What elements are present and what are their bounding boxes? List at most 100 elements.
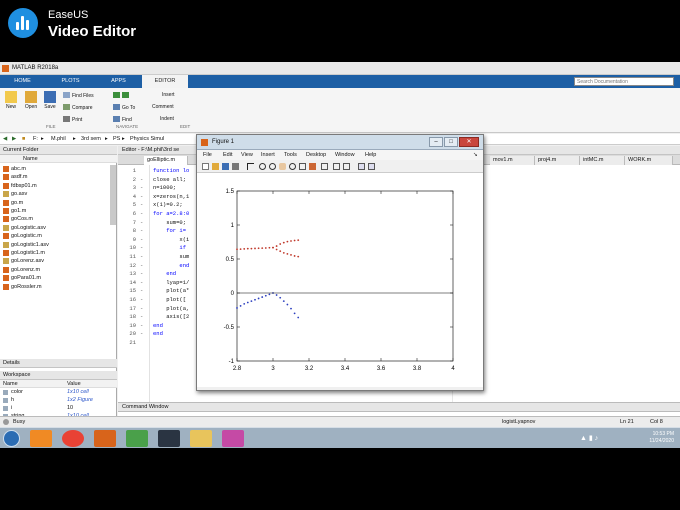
minimize-button[interactable]: – xyxy=(429,137,443,147)
menu-dock-arrow-icon[interactable]: ↘ xyxy=(473,150,478,160)
breadcrumb-3rdsem[interactable]: 3rd sem xyxy=(81,136,101,142)
file-list-item[interactable]: fdbsp01.m xyxy=(11,182,37,190)
folder-scrollbar[interactable] xyxy=(110,165,116,225)
figure-chart[interactable]: 2.8 3 3.2 3.4 3.6 3.8 4 -1 -0.5 0 0.5 1 1.5 xyxy=(197,173,483,387)
code-line[interactable]: close all; xyxy=(153,176,186,185)
editor-tab[interactable]: proj4.m xyxy=(535,156,580,165)
close-button[interactable]: ✕ xyxy=(459,137,479,147)
save-figure-icon[interactable] xyxy=(222,163,229,170)
figure-window[interactable]: Figure 1 – □ ✕ File Edit View Insert Too… xyxy=(196,134,484,391)
comment-button[interactable]: Comment xyxy=(152,104,174,110)
go-to-button[interactable]: Go To xyxy=(113,104,135,111)
hide-plot-tools-icon[interactable] xyxy=(358,163,365,170)
matlab-taskbar-icon[interactable] xyxy=(94,430,116,447)
editor-tab[interactable]: WORK.m xyxy=(625,156,673,165)
editor-tab[interactable]: goElliptic.m xyxy=(144,156,188,165)
app-taskbar-icon[interactable] xyxy=(126,430,148,447)
save-button[interactable]: Save xyxy=(42,91,58,110)
find-button[interactable]: Find xyxy=(113,116,132,123)
breakpoint-marker[interactable]: - xyxy=(140,322,143,331)
plot-area[interactable]: 2.8 3 3.2 3.4 3.6 3.8 4 -1 -0.5 0 0.5 1 1.5 xyxy=(197,173,483,387)
file-list-item[interactable]: goRossler.m xyxy=(11,283,42,291)
menu-insert[interactable]: Insert xyxy=(261,150,275,160)
vlc-icon[interactable] xyxy=(30,430,52,447)
code-line[interactable]: x=zeros(n,1 xyxy=(153,193,189,202)
system-clock[interactable]: 10:53 PM 11/24/2020 xyxy=(649,431,674,445)
current-folder-header[interactable]: Current Folder xyxy=(0,146,117,155)
tab-editor[interactable]: EDITOR xyxy=(142,75,188,88)
zoom-in-icon[interactable] xyxy=(259,163,266,170)
pointer-icon[interactable] xyxy=(247,163,254,170)
breakpoint-marker[interactable]: - xyxy=(140,313,143,322)
file-explorer-icon[interactable] xyxy=(190,430,212,447)
breadcrumb-drive[interactable]: F: xyxy=(33,136,38,142)
menu-desktop[interactable]: Desktop xyxy=(306,150,326,160)
breakpoint-marker[interactable]: - xyxy=(140,305,143,314)
data-cursor-icon[interactable] xyxy=(299,163,306,170)
tab-home[interactable]: HOME xyxy=(0,75,45,88)
breakpoint-marker[interactable]: - xyxy=(140,219,143,228)
code-line[interactable]: end xyxy=(153,262,189,271)
print-figure-icon[interactable] xyxy=(232,163,239,170)
insert-button[interactable]: Insert xyxy=(162,92,175,98)
code-line[interactable]: plot(a, xyxy=(153,305,189,314)
find-files-button[interactable]: Find Files xyxy=(63,92,94,99)
file-list-item[interactable]: goLogistic.asv xyxy=(11,224,46,232)
paint-icon[interactable] xyxy=(222,430,244,447)
file-list-item[interactable]: goLorenz.asv xyxy=(11,257,44,265)
pan-hand-icon[interactable] xyxy=(279,163,286,170)
open-file-icon[interactable] xyxy=(212,163,219,170)
breakpoint-marker[interactable]: - xyxy=(140,262,143,271)
screen-recorder-icon[interactable] xyxy=(158,430,180,447)
file-list-item[interactable]: go.m xyxy=(11,199,23,207)
editor-tab[interactable]: mov1.m xyxy=(490,156,535,165)
menu-file[interactable]: File xyxy=(203,150,212,160)
code-line[interactable]: plot([ xyxy=(153,296,186,305)
code-line[interactable]: sum xyxy=(153,253,189,262)
brush-icon[interactable] xyxy=(309,163,316,170)
breakpoint-marker[interactable]: - xyxy=(140,210,143,219)
file-list-item[interactable]: goCos.m xyxy=(11,215,33,223)
menu-window[interactable]: Window xyxy=(335,150,355,160)
code-line[interactable]: x(i xyxy=(153,236,189,245)
breadcrumb-mphil[interactable]: M.phil xyxy=(51,136,66,142)
code-line[interactable]: end xyxy=(153,330,163,339)
breakpoint-marker[interactable]: - xyxy=(140,176,143,185)
breakpoint-marker[interactable]: - xyxy=(140,330,143,339)
file-list-item[interactable]: go.asv xyxy=(11,190,27,198)
back-icon[interactable]: ◀ xyxy=(3,136,7,142)
breakpoint-marker[interactable]: - xyxy=(140,193,143,202)
code-line[interactable]: for i= xyxy=(153,227,186,236)
code-line[interactable]: plot(a* xyxy=(153,287,189,296)
zoom-out-icon[interactable] xyxy=(269,163,276,170)
maximize-button[interactable]: □ xyxy=(444,137,458,147)
figure-title-bar[interactable]: Figure 1 – □ ✕ xyxy=(197,135,483,150)
breakpoint-marker[interactable]: - xyxy=(140,184,143,193)
file-list-item[interactable]: asdf.m xyxy=(11,173,28,181)
rotate-3d-icon[interactable] xyxy=(289,163,296,170)
menu-edit[interactable]: Edit xyxy=(223,150,232,160)
breakpoint-marker[interactable]: - xyxy=(140,279,143,288)
workspace-col-name[interactable]: Name xyxy=(3,381,18,387)
code-line[interactable]: axis([2 xyxy=(153,313,189,322)
file-list-item[interactable]: goLogistic.m xyxy=(11,232,42,240)
code-line[interactable]: end xyxy=(153,322,163,331)
insert-legend-icon[interactable] xyxy=(343,163,350,170)
nav-arrows[interactable] xyxy=(113,92,131,99)
chrome-icon[interactable] xyxy=(62,430,84,447)
code-line[interactable]: sum=0; xyxy=(153,219,186,228)
breadcrumb-physics[interactable]: Physics Simul xyxy=(130,136,164,142)
breakpoint-marker[interactable]: - xyxy=(140,253,143,262)
code-line[interactable]: function lo xyxy=(153,167,189,176)
show-plot-tools-icon[interactable] xyxy=(368,163,375,170)
menu-help[interactable]: Help xyxy=(365,150,376,160)
search-documentation-input[interactable]: Search Documentation xyxy=(574,77,674,86)
breakpoint-marker[interactable]: - xyxy=(140,227,143,236)
name-column-header[interactable]: Name xyxy=(0,155,117,163)
new-button[interactable]: New xyxy=(3,91,19,110)
code-line[interactable]: n=1000; xyxy=(153,184,176,193)
breakpoint-marker[interactable]: - xyxy=(140,236,143,245)
new-figure-icon[interactable] xyxy=(202,163,209,170)
file-list-item[interactable]: goLogistic1.asv xyxy=(11,241,49,249)
forward-icon[interactable]: ▶ xyxy=(12,136,16,142)
